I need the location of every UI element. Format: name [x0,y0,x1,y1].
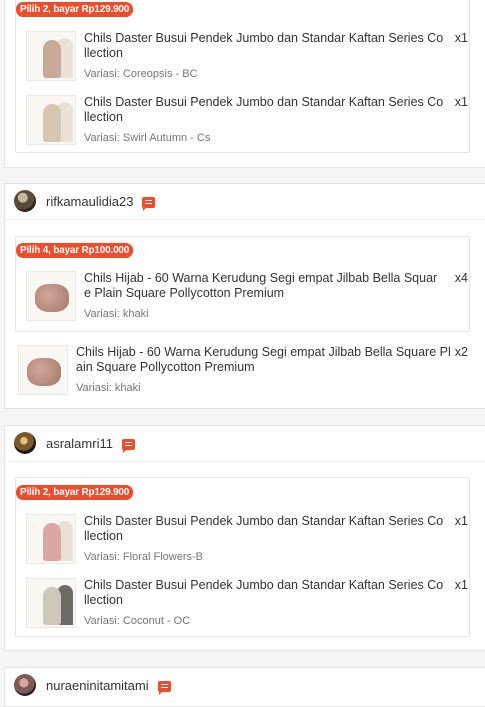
product-name: Chils Daster Busui Pendek Jumbo dan Stan… [84,95,444,124]
order-item[interactable]: Chils Daster Busui Pendek Jumbo dan Stan… [26,578,468,628]
buyer-username: asralamri11 [46,435,113,451]
order-item[interactable]: Chils Daster Busui Pendek Jumbo dan Stan… [26,31,468,81]
product-name: Chils Daster Busui Pendek Jumbo dan Stan… [84,514,444,543]
buyer-row[interactable]: nuraeninitamitami [14,672,171,698]
product-thumbnail [26,271,76,321]
bundle-promo-badge: Pilih 4, bayar Rp100.000 [16,243,134,258]
buyer-username: rifkamaulidia23 [46,193,134,209]
item-variation: Variasi: Swirl Autumn - Cs [84,132,211,144]
item-variation: Variasi: Coconut - OC [84,615,191,627]
chat-icon[interactable] [121,438,135,453]
avatar [14,674,36,696]
item-variation: Variasi: khaki [84,308,149,320]
product-name: Chils Daster Busui Pendek Jumbo dan Stan… [84,578,444,607]
product-name: Chils Hijab - 60 Warna Kerudung Segi emp… [84,271,438,300]
product-name: Chils Daster Busui Pendek Jumbo dan Stan… [84,31,444,60]
product-thumbnail [26,578,76,628]
item-variation: Variasi: Floral Flowers-B [84,551,203,563]
avatar [14,432,36,454]
bundle-promo-badge: Pilih 2, bayar Rp129.900 [16,485,134,500]
order-item[interactable]: Chils Hijab - 60 Warna Kerudung Segi emp… [18,345,468,395]
bundle-promo-badge: Pilih 2, bayar Rp129.900 [16,2,134,17]
item-quantity: x1 [454,95,468,109]
item-quantity: x1 [454,514,468,528]
avatar [14,190,36,212]
order-item[interactable]: Chils Daster Busui Pendek Jumbo dan Stan… [26,95,468,145]
buyer-row[interactable]: rifkamaulidia23 [14,188,156,214]
item-quantity: x1 [454,31,468,45]
product-thumbnail [26,31,76,81]
item-quantity: x4 [454,271,468,285]
chat-icon[interactable] [142,196,156,211]
item-quantity: x1 [454,578,468,592]
product-thumbnail [18,345,68,395]
buyer-username: nuraeninitamitami [46,677,149,693]
item-variation: Variasi: Coreopsis - BC [84,68,198,80]
product-thumbnail [26,514,76,564]
order-item[interactable]: Chils Hijab - 60 Warna Kerudung Segi emp… [26,271,468,321]
item-variation: Variasi: khaki [76,382,141,394]
chat-icon[interactable] [157,680,171,695]
buyer-row[interactable]: asralamri11 [14,430,135,456]
item-quantity: x2 [454,345,468,359]
order-item[interactable]: Chils Daster Busui Pendek Jumbo dan Stan… [26,514,468,564]
product-name: Chils Hijab - 60 Warna Kerudung Segi emp… [76,345,451,374]
product-thumbnail [26,95,76,145]
